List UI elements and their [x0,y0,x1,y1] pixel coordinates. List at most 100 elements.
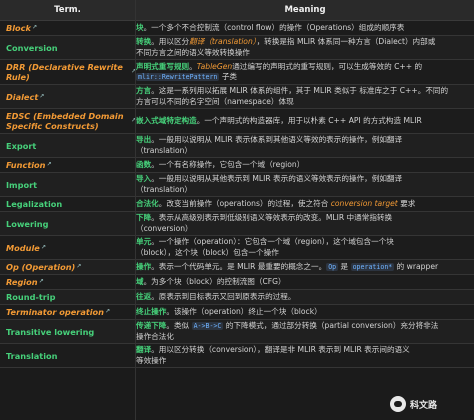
inline-code: mlir::RewritePattern [136,73,220,81]
meaning-line: 下降。表示从高级别表示到低级别语义等效表示的改变。MLIR 中通常指转换 [136,213,470,223]
external-link-icon[interactable]: ↗ [76,262,81,272]
table-row: Lowering 下降。表示从高级别表示到低级别语义等效表示的改变。MLIR 中通… [0,212,474,236]
meaning-text: 。一个有名称操作，它包含一个域（region） [151,159,305,169]
term-cell[interactable]: EDSC (Embedded Domain Specific Construct… [0,109,136,133]
term-cell[interactable]: Transitive lowering [0,320,136,343]
meaning-cell: 操作。表示一个代码单元。是 MLIR 最重要的概念之一。 Op 是 operati… [136,260,470,274]
term-cell[interactable]: Export [0,134,136,157]
term-cell[interactable]: Function ↗ [0,158,136,172]
term-label: Legalization [6,199,63,209]
table-row: Translation 翻译。用以区分转换（conversion），翻译是非 ML… [0,344,474,368]
glossary-table: Term. Meaning Block ↗ 块。一个多个不合控制流（control … [0,0,474,420]
external-link-icon[interactable]: ↗ [32,23,37,33]
term-translation: 域 [136,276,144,286]
term-translation: 单元 [136,237,152,247]
meaning-cell: 转换。用以区分翻译（translation），转换是指 MLIR 体系同一种方言… [136,36,470,59]
term-cell[interactable]: Import [0,173,136,196]
table-row: Block ↗ 块。一个多个不合控制流（control flow）的操作（Opera… [0,21,474,36]
term-translation: 导入 [136,174,152,184]
meaning-text: 翻译（translation） [189,37,257,47]
table-row: Conversion 转换。用以区分翻译（translation），转换是指 ML… [0,36,474,60]
term-translation: 传递下降 [136,321,167,331]
table-row: Terminator operation ↗ 终止操作。该操作（operation）… [0,305,474,320]
meaning-cell: 导出。一般用以说明从 MLIR 表示体系到其他语义等效的表示的操作，例如翻译 （t… [136,134,470,157]
meaning-cell: 嵌入式域特定构造。一个声明式的构造器库，用于以朴素 C++ API 的方式构造 … [136,109,470,133]
meaning-text: 。改变当前操作（operations）的过程，使之符合 [158,198,331,208]
term-label: Op (Operation) [6,262,76,272]
meaning-text: 。为多个块（block）的控制流图（CFG） [143,276,286,286]
meaning-text: 操作合法化 [136,331,174,341]
meaning-line: 转换。用以区分翻译（translation），转换是指 MLIR 体系同一种方言… [136,37,470,47]
meaning-cell: 域。为多个块（block）的控制流图（CFG） [136,275,470,289]
term-cell[interactable]: Legalization [0,197,136,211]
term-translation: 终止操作 [136,306,167,316]
term-translation: 函数 [136,159,152,169]
table-row: Function ↗ 函数。一个有名称操作，它包含一个域（region） [0,158,474,173]
term-translation: 方言 [136,86,152,96]
meaning-text: 。一个多个不合控制流（control flow）的操作（Operations）组… [143,22,405,32]
term-cell[interactable]: Terminator operation ↗ [0,305,136,319]
term-cell[interactable]: Translation [0,344,136,367]
meaning-line: 块。一个多个不合控制流（control flow）的操作（Operations）… [136,23,470,33]
term-cell[interactable]: Dialect ↗ [0,85,136,108]
meaning-text: 。一个声明式的构造器库，用于以朴素 C++ API 的方式构造 MLIR [196,115,422,125]
term-label: DRR (Declarative Rewrite Rule) [6,62,123,82]
meaning-line: mlir::RewritePattern 子类 [136,72,470,82]
table-row: Import 导入。一般用以说明从其他表示到 MLIR 表示的语义等效表示的操作，… [0,173,474,197]
term-label: Round-trip [6,292,56,302]
term-cell[interactable]: Region ↗ [0,275,136,289]
meaning-text: 方言可以不同的名字空间（namespace）体现 [136,96,294,106]
term-label: Region [6,277,38,287]
table-row: Round-trip 往返。原表示到目标表示又回到原表示的过程。 [0,290,474,305]
term-cell[interactable]: Block ↗ [0,21,136,35]
term-cell[interactable]: Conversion [0,36,136,59]
table-row: Dialect ↗ 方言。这是一系列用以拓展 MLIR 体系的组件，其于 MLIR … [0,85,474,109]
meaning-text: TableGen [196,61,233,71]
meaning-text: （translation） [136,145,193,155]
meaning-text: ，转换是指 MLIR 体系同一种方言（Dialect）内部或 [256,37,436,47]
meaning-cell: 声明式重写规则。TableGen通过编写的声明式的重写规则，可以生成等效的 C+… [136,60,470,84]
meaning-text: 通过编写的声明式的重写规则，可以生成等效的 C++ 的 [232,61,423,71]
meaning-text: 的 wrapper [394,261,439,271]
meaning-line: 声明式重写规则。TableGen通过编写的声明式的重写规则，可以生成等效的 C+… [136,62,470,72]
meaning-line: 合法化。改变当前操作（operations）的过程，使之符合 conversio… [136,199,470,209]
term-label: Translation [6,350,58,361]
table-row: Legalization 合法化。改变当前操作（operations）的过程，使之… [0,197,474,212]
wechat-icon [390,396,406,412]
external-link-icon[interactable]: ↗ [47,160,52,170]
meaning-line: （translation） [136,185,470,195]
meaning-text: （translation） [136,184,193,194]
term-cell[interactable]: Round-trip [0,290,136,304]
meaning-line: 单元。一个操作（operation）：它包含一个域（region），这个域包含一… [136,237,470,247]
meaning-line: 域。为多个块（block）的控制流图（CFG） [136,277,470,287]
meaning-line: 导入。一般用以说明从其他表示到 MLIR 表示的语义等效表示的操作，例如翻译 [136,174,470,184]
meaning-cell: 下降。表示从高级别表示到低级别语义等效表示的改变。MLIR 中通常指转换 （con… [136,212,470,235]
external-link-icon[interactable]: ↗ [105,307,110,317]
inline-code: operation* [350,262,395,271]
term-translation: 操作 [136,261,152,271]
table-row: Op (Operation) ↗ 操作。表示一个代码单元。是 MLIR 最重要的概念… [0,260,474,275]
term-translation: 下降 [136,213,152,223]
meaning-text: 是 [338,261,351,271]
term-cell[interactable]: Module ↗ [0,236,136,259]
external-link-icon[interactable]: ↗ [41,243,46,253]
term-label: Export [6,140,37,151]
term-cell[interactable]: Op (Operation) ↗ [0,260,136,274]
table-row: Region ↗ 域。为多个块（block）的控制流图（CFG） [0,275,474,290]
meaning-line: 嵌入式域特定构造。一个声明式的构造器库，用于以朴素 C++ API 的方式构造 … [136,116,470,126]
meaning-line: 操作合法化 [136,332,470,342]
meaning-text: 。表示一个代码单元。是 MLIR 最重要的概念之一。 [151,261,327,271]
term-label: Conversion [6,42,58,53]
meaning-cell: 方言。这是一系列用以拓展 MLIR 体系的组件，其于 MLIR 类似于 标准库之… [136,85,470,108]
term-translation: 往返 [136,291,152,301]
term-label: Dialect [6,91,39,102]
external-link-icon[interactable]: ↗ [39,277,44,287]
meaning-cell: 合法化。改变当前操作（operations）的过程，使之符合 conversio… [136,197,470,211]
meaning-cell: 导入。一般用以说明从其他表示到 MLIR 表示的语义等效表示的操作，例如翻译 （t… [136,173,470,196]
table-row: Module ↗ 单元。一个操作（operation）：它包含一个域（region）… [0,236,474,260]
term-cell[interactable]: Lowering [0,212,136,235]
external-link-icon[interactable]: ↗ [39,92,44,102]
term-label: Terminator operation [6,307,105,317]
term-cell[interactable]: DRR (Declarative Rewrite Rule) ↗ [0,60,136,84]
meaning-cell: 终止操作。该操作（operation）终止一个块（block） [136,305,470,319]
